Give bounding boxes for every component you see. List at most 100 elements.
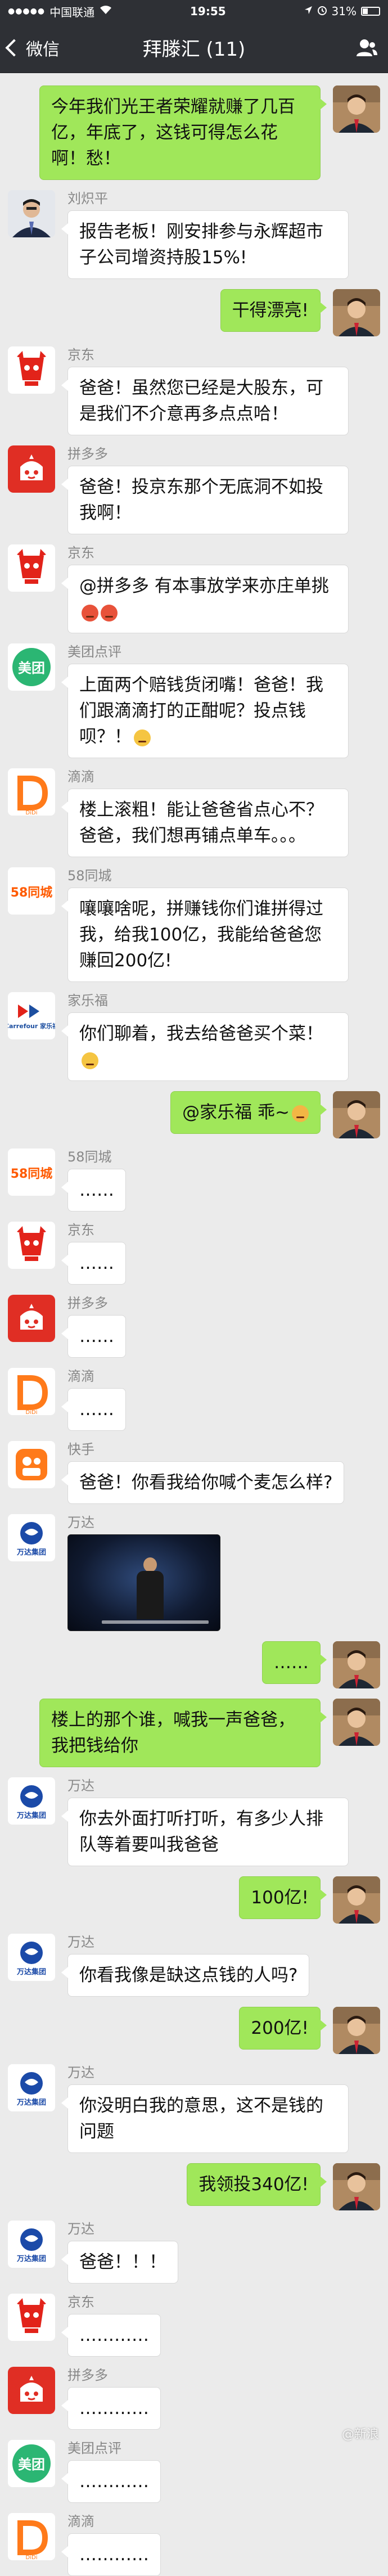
message-bubble[interactable]: 爸爸！你看我给你喊个麦怎么样? [61,1461,345,1504]
message-bubble[interactable]: 上面两个赔钱货闭嘴！爸爸！我们跟滴滴打的正酣呢？投点钱呗？！ [61,664,349,758]
avatar-didi[interactable]: DiDi [8,2513,55,2560]
avatar-wanda[interactable]: 万达集团 [8,1514,55,1561]
svg-text:DiDi: DiDi [26,2555,38,2560]
battery-icon [361,7,380,16]
avatar-liu[interactable] [8,190,55,237]
avatar-carrefour[interactable]: Carrefour 家乐福 [8,992,55,1039]
sender-name: 美团点评 [67,644,121,660]
avatar-meituan[interactable]: 美团 [8,2440,55,2487]
speaker-figure [134,1557,166,1619]
avatar-jd[interactable] [8,544,55,592]
back-button[interactable]: 微信 [0,35,60,60]
wink-emoji-icon [134,729,151,746]
message-bubble[interactable]: @拼多多 有本事放学来亦庄单挑 [61,565,349,633]
sender-name: 京东 [67,545,94,561]
avatar-kuaishou[interactable] [8,1441,55,1488]
avatar-user[interactable] [333,2007,380,2054]
avatar-pdd[interactable] [8,2367,55,2414]
avatar-user[interactable] [333,1641,380,1688]
svg-text:万达集团: 万达集团 [16,1811,46,1820]
svg-text:万达集团: 万达集团 [16,2098,46,2107]
message-bubble[interactable]: 200亿! [239,2007,327,2050]
chat-list[interactable]: 今年我们光王者荣耀就赚了几百亿，年底了，这钱可得怎么花啊！愁！ 刘炽平 报告老板！刚… [0,73,388,2576]
message-bubble[interactable]: …… [61,1242,126,1285]
message-bubble[interactable]: 今年我们光王者荣耀就赚了几百亿，年底了，这钱可得怎么花啊！愁！ [39,85,327,180]
message-body: …… [262,1641,327,1684]
message-body: 万达 你没明白我的意思，这不是钱的问题 [61,2064,349,2153]
avatar-user[interactable] [333,1699,380,1746]
avatar-user[interactable] [333,289,380,336]
message-row: DiDi 滴滴 …… [0,1368,388,1431]
message-bubble[interactable]: …… [61,1169,126,1212]
message-text: 干得漂亮! [232,300,309,321]
message-bubble[interactable]: ………… [61,2460,161,2503]
avatar-pdd[interactable] [8,445,55,493]
message-row: @家乐福 乖~ [0,1091,388,1138]
message-bubble[interactable]: …… [262,1641,327,1684]
svg-text:58同城: 58同城 [11,1167,53,1181]
sender-name: 家乐福 [67,993,108,1008]
message-row: DiDi 滴滴楼上滚粗！能让爸爸省点心不？爸爸，我们想再铺点单车。。。 [0,768,388,857]
avatar-wuba[interactable]: 58同城 [8,1149,55,1196]
message-body: 200亿! [239,2007,327,2050]
message-body: 万达 爸爸！！！ [61,2221,178,2284]
avatar-wanda[interactable]: 万达集团 [8,1777,55,1825]
message-bubble[interactable]: 100亿! [239,1876,327,1919]
sender-name: 58同城 [67,868,112,884]
message-row: 京东 爸爸！虽然您已经是大股东，可是我们不介意再多点点哈！ [0,346,388,435]
message-body: 万达你看我像是缺这点钱的人吗? [61,1934,310,1997]
message-bubble[interactable]: 你去外面打听打听，有多少人排队等着要叫我爸爸 [61,1798,349,1866]
message-bubble[interactable]: …… [61,1315,126,1358]
sender-name: 万达 [67,1934,94,1950]
message-text: 爸爸！虽然您已经是大股东，可是我们不介意再多点点哈！ [79,378,323,424]
avatar-pdd[interactable] [8,1295,55,1342]
message-bubble[interactable]: ………… [61,2387,161,2430]
avatar-user[interactable] [333,1091,380,1138]
message-bubble[interactable]: 楼上的那个谁，喊我一声爸爸，我把钱给你 [39,1699,327,1767]
svg-text:万达集团: 万达集团 [16,2254,46,2263]
message-row: 万达集团 万达你看我像是缺这点钱的人吗? [0,1934,388,1997]
group-members-icon[interactable] [355,38,378,57]
message-bubble[interactable]: 你们聊着，我去给爸爸买个菜！ [61,1012,349,1081]
message-bubble[interactable]: 干得漂亮! [220,289,327,332]
angry-emoji-icon [82,604,98,622]
message-bubble[interactable]: 我领投340亿! [187,2163,327,2206]
avatar-didi[interactable]: DiDi [8,768,55,816]
battery-percent: 31% [331,4,357,18]
message-text: 爸爸！！！ [79,2252,166,2272]
avatar-didi[interactable]: DiDi [8,1368,55,1415]
avatar-jd[interactable] [8,1222,55,1269]
message-text: …… [79,1399,114,1420]
avatar-wanda[interactable]: 万达集团 [8,2221,55,2268]
avatar-user[interactable] [333,2163,380,2210]
image-caption-bar [102,1620,209,1624]
avatar-user[interactable] [333,85,380,133]
message-body: 家乐福你们聊着，我去给爸爸买个菜！ [61,992,349,1081]
message-bubble[interactable]: 爸爸！虽然您已经是大股东，可是我们不介意再多点点哈！ [61,367,349,435]
message-row: 58同城 58同城 …… [0,1149,388,1212]
message-bubble[interactable]: …… [61,1388,126,1431]
avatar-jd[interactable] [8,2294,55,2341]
image-message[interactable] [67,1534,220,1631]
message-text: ………… [79,2325,149,2345]
message-row: 我领投340亿! [0,2163,388,2210]
message-bubble[interactable]: @家乐福 乖~ [170,1091,327,1134]
avatar-jd[interactable] [8,346,55,394]
avatar-wanda[interactable]: 万达集团 [8,1934,55,1981]
message-bubble[interactable]: 嚷嚷啥呢，拼赚钱你们谁拼得过我，给我100亿，我能给爸爸您赚回200亿! [61,888,349,982]
message-row: 万达集团 万达 你没明白我的意思，这不是钱的问题 [0,2064,388,2153]
avatar-wuba[interactable]: 58同城 [8,867,55,915]
message-bubble[interactable]: 爸爸！！！ [61,2241,178,2284]
message-bubble[interactable]: 报告老板！刚安排参与永辉超市子公司增资持股15%! [61,210,349,279]
message-text: 上面两个赔钱货闭嘴！爸爸！我们跟滴滴打的正酣呢？投点钱呗？！ [79,675,323,747]
message-bubble[interactable]: 你没明白我的意思，这不是钱的问题 [61,2084,349,2153]
sender-name: 滴滴 [67,769,94,785]
avatar-wanda[interactable]: 万达集团 [8,2064,55,2111]
message-bubble[interactable]: 楼上滚粗！能让爸爸省点心不？爸爸，我们想再铺点单车。。。 [61,789,349,857]
message-bubble[interactable]: ………… [61,2314,161,2357]
message-bubble[interactable]: 你看我像是缺这点钱的人吗? [61,1954,310,1997]
avatar-user[interactable] [333,1876,380,1924]
message-bubble[interactable]: 爸爸！投京东那个无底洞不如投我啊！ [61,466,349,534]
message-bubble[interactable]: ………… [61,2533,161,2576]
avatar-meituan[interactable]: 美团 [8,643,55,691]
